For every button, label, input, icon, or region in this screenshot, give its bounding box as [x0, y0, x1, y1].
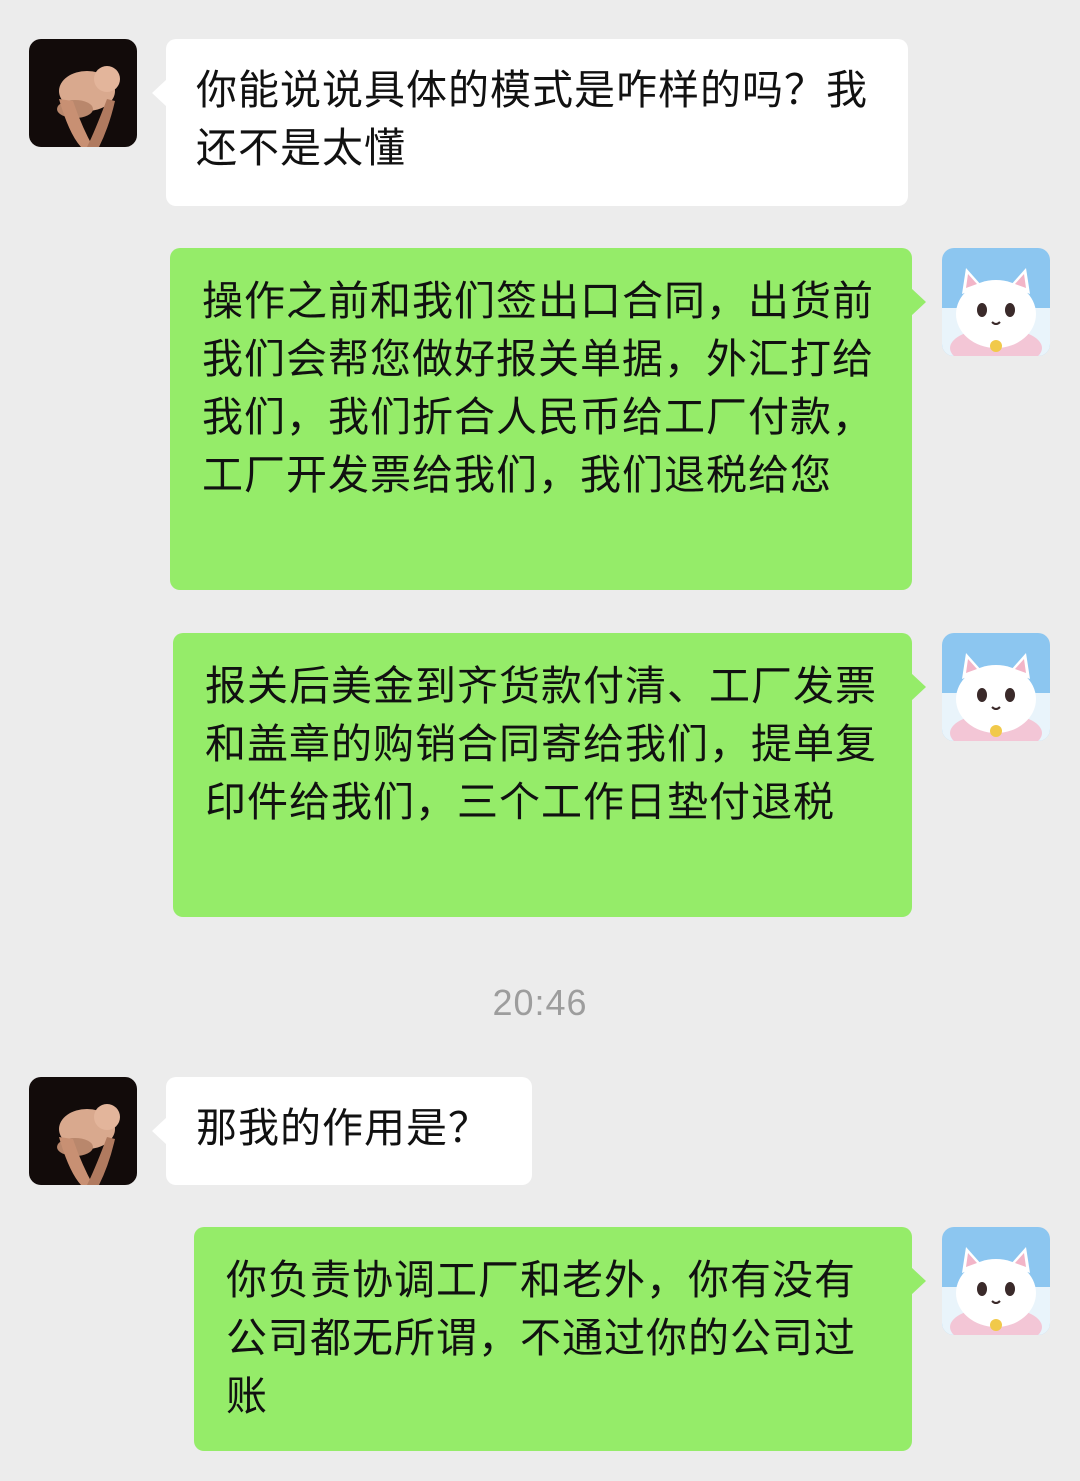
my-avatar[interactable]: [942, 633, 1050, 741]
contact-avatar[interactable]: [29, 39, 137, 147]
message-text: 你负责协调工厂和老外，你有没有公司都无所谓，不通过你的公司过账: [226, 1256, 856, 1420]
message-text: 操作之前和我们签出口合同，出货前我们会帮您做好报关单据，外汇打给我们，我们折合人…: [202, 277, 874, 499]
baby-photo-icon: [29, 1077, 137, 1185]
message-bubble-incoming[interactable]: 那我的作用是？: [152, 1077, 532, 1185]
message-text: 报关后美金到齐货款付清、工厂发票和盖章的购销合同寄给我们，提单复印件给我们，三个…: [205, 662, 877, 826]
baby-photo-icon: [29, 39, 137, 147]
message-bubble-outgoing[interactable]: 报关后美金到齐货款付清、工厂发票和盖章的购销合同寄给我们，提单复印件给我们，三个…: [173, 633, 926, 917]
my-avatar[interactable]: [942, 248, 1050, 356]
contact-avatar[interactable]: [29, 1077, 137, 1185]
message-text: 那我的作用是？: [196, 1104, 490, 1152]
message-bubble-outgoing[interactable]: 你负责协调工厂和老外，你有没有公司都无所谓，不通过你的公司过账: [194, 1227, 926, 1451]
message-bubble-outgoing[interactable]: 操作之前和我们签出口合同，出货前我们会帮您做好报关单据，外汇打给我们，我们折合人…: [170, 248, 926, 590]
chat-timestamp: 20:46: [492, 982, 588, 1023]
cat-avatar-icon: [942, 248, 1050, 356]
my-avatar[interactable]: [942, 1227, 1050, 1335]
cat-avatar-icon: [942, 633, 1050, 741]
message-text: 你能说说具体的模式是咋样的吗？我还不是太懂: [196, 66, 868, 172]
message-bubble-incoming[interactable]: 你能说说具体的模式是咋样的吗？我还不是太懂: [152, 39, 908, 206]
cat-avatar-icon: [942, 1227, 1050, 1335]
